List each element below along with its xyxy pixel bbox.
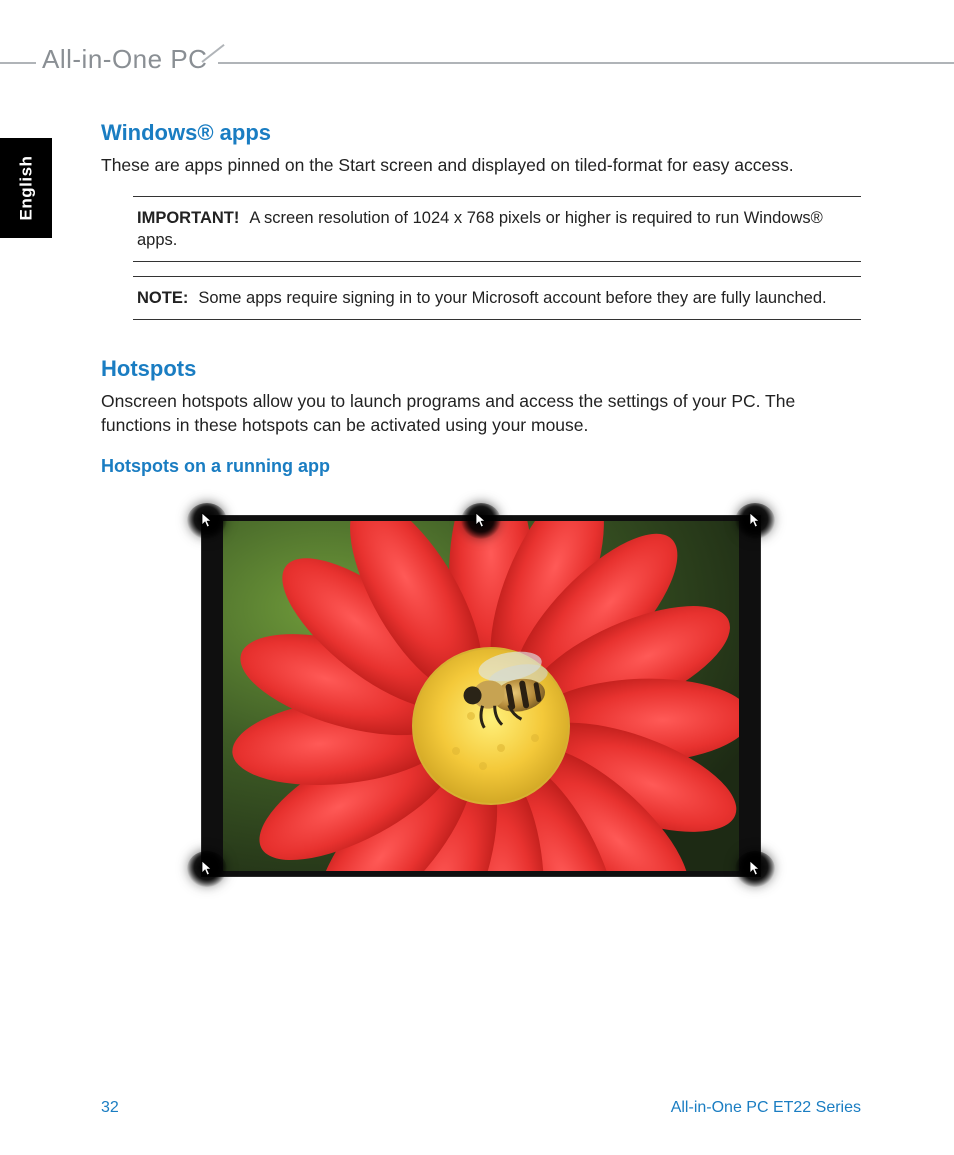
hotspot-cursor-bottom-left — [187, 851, 227, 887]
page-number: 32 — [101, 1099, 119, 1117]
page-footer: 32 All-in-One PC ET22 Series — [101, 1099, 861, 1117]
hotspot-cursor-top-center — [461, 503, 501, 539]
content-column: Windows® apps These are apps pinned on t… — [101, 120, 861, 877]
important-label: IMPORTANT! — [137, 209, 239, 227]
note-label: NOTE: — [137, 289, 188, 307]
app-photo — [223, 521, 739, 871]
note-text: Some apps require signing in to your Mic… — [198, 289, 826, 307]
language-label: English — [16, 156, 36, 221]
hotspot-cursor-bottom-right — [735, 851, 775, 887]
header-diagonal — [197, 50, 225, 72]
section-heading-hotspots: Hotspots — [101, 356, 861, 382]
app-window-frame — [201, 515, 761, 877]
header-title: All-in-One PC — [42, 44, 207, 75]
note-callout: NOTE: Some apps require signing in to you… — [133, 276, 861, 320]
header-rule-left — [0, 62, 36, 64]
language-tab: English — [0, 138, 52, 238]
section-heading-windows-apps: Windows® apps — [101, 120, 861, 146]
important-text: A screen resolution of 1024 x 768 pixels… — [137, 209, 823, 249]
hotspots-figure — [201, 515, 761, 877]
header-rule-right — [218, 62, 954, 64]
hotspot-cursor-top-left — [187, 503, 227, 539]
windows-apps-intro: These are apps pinned on the Start scree… — [101, 154, 861, 178]
important-callout: IMPORTANT!A screen resolution of 1024 x … — [133, 196, 861, 263]
series-label: All-in-One PC ET22 Series — [671, 1099, 861, 1117]
hotspot-cursor-top-right — [735, 503, 775, 539]
page-header: All-in-One PC — [0, 44, 954, 84]
subheading-hotspots-running-app: Hotspots on a running app — [101, 456, 861, 477]
hotspots-intro: Onscreen hotspots allow you to launch pr… — [101, 390, 861, 437]
